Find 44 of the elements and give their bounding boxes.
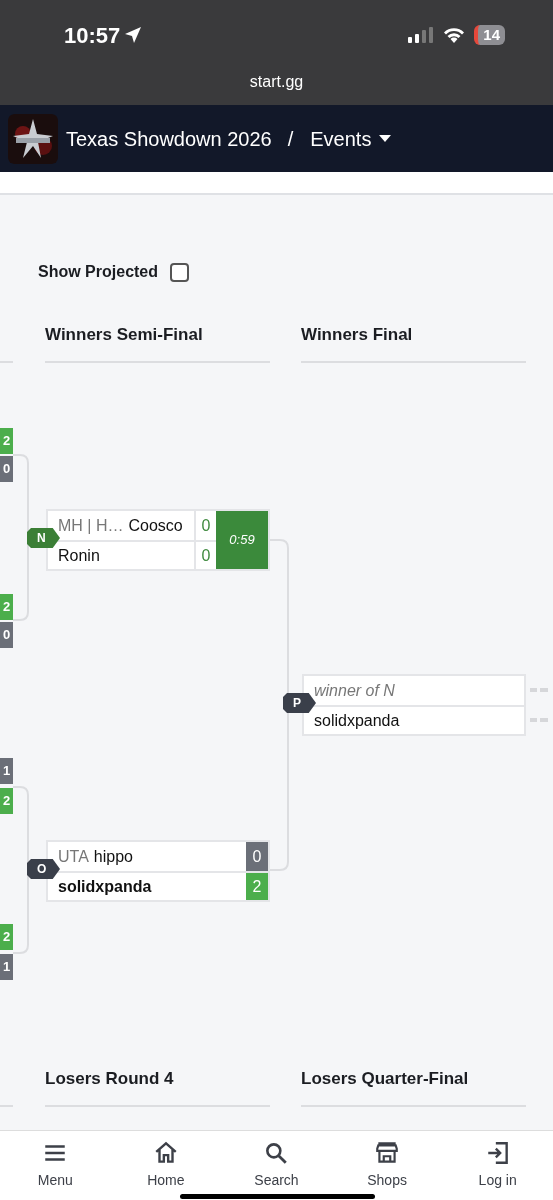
player-name: Coosco: [128, 515, 183, 536]
address-url: start.gg: [249, 72, 304, 92]
storefront-icon: [374, 1140, 401, 1166]
nav-tab[interactable]: Home: [110, 1140, 221, 1191]
checkbox[interactable]: [170, 262, 190, 282]
event-title[interactable]: Texas Showdown 2026: [66, 123, 272, 154]
breadcrumb-separator: /: [287, 126, 294, 152]
round-header: Losers Quarter-Final: [301, 1068, 469, 1090]
nav-tab[interactable]: Menu: [0, 1140, 111, 1191]
wifi-icon: [442, 26, 467, 44]
nav-tab[interactable]: Log in: [442, 1140, 553, 1191]
round-header: Winners Final: [301, 324, 413, 346]
logo-icon: [8, 113, 58, 164]
round-header: Losers Round 4: [45, 1068, 174, 1090]
nav-tab[interactable]: Shops: [332, 1140, 443, 1191]
match-timer: 0:59: [216, 511, 268, 569]
caret-icon: [379, 134, 392, 143]
show-projected-label: Show Projected: [38, 262, 159, 282]
score-box: 0: [246, 842, 268, 871]
nav-tab[interactable]: Search: [221, 1140, 332, 1191]
team-prefix: MH | H…: [58, 515, 124, 536]
score-box: 2: [0, 788, 13, 814]
score-box: 2: [0, 428, 13, 454]
player-name: Ronin: [57, 545, 101, 566]
score-box: 1: [0, 758, 13, 784]
player-name: solidxpanda: [57, 876, 153, 897]
score-box: 0: [0, 622, 13, 648]
events-dropdown[interactable]: Events: [309, 122, 393, 155]
battery-level: 14: [474, 25, 505, 45]
score-box: 0: [0, 456, 13, 482]
score-box: 1: [0, 954, 13, 980]
team-prefix: UTA: [58, 846, 89, 867]
match-id-tag: N: [27, 528, 60, 548]
player-name: winner of N: [313, 680, 396, 701]
match-id-tag: P: [283, 693, 316, 713]
signal-icon: [408, 27, 435, 43]
status-time: 10:57: [64, 21, 121, 50]
location-arrow-icon: [124, 26, 143, 44]
round-header: Winners Semi-Final: [45, 324, 203, 346]
player-name: hippo: [93, 846, 133, 867]
score-box: 2: [246, 873, 268, 900]
score-box: 2: [0, 594, 13, 620]
score-box: 2: [0, 924, 13, 950]
player-name: solidxpanda: [313, 710, 401, 731]
